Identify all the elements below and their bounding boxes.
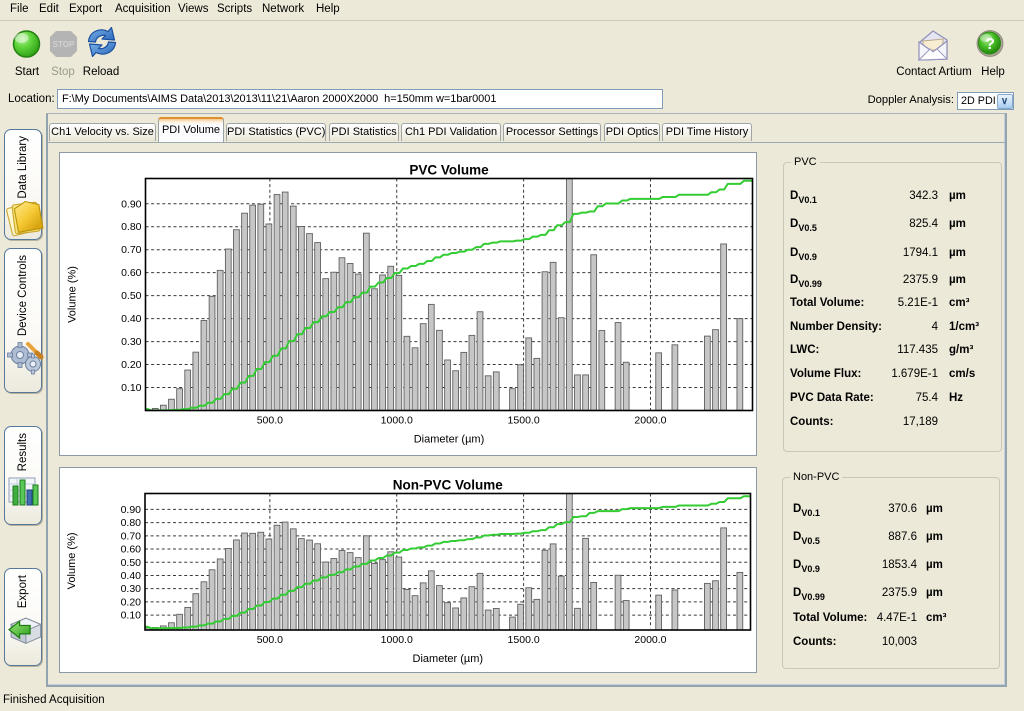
- svg-text:0.80: 0.80: [121, 221, 142, 233]
- svg-text:0.60: 0.60: [121, 267, 142, 279]
- svg-text:0.40: 0.40: [121, 570, 142, 582]
- svg-text:0.30: 0.30: [121, 583, 142, 595]
- svg-text:0.70: 0.70: [121, 530, 142, 542]
- svg-text:Diameter (µm): Diameter (µm): [413, 653, 484, 665]
- svg-text:PVC Volume: PVC Volume: [409, 163, 489, 178]
- svg-text:0.60: 0.60: [121, 544, 142, 556]
- svg-text:0.90: 0.90: [121, 504, 142, 516]
- svg-text:0.50: 0.50: [121, 290, 142, 302]
- svg-text:STOP: STOP: [53, 40, 75, 49]
- svg-text:0.40: 0.40: [121, 313, 142, 325]
- svg-text:0.30: 0.30: [121, 336, 142, 348]
- svg-text:0.80: 0.80: [121, 517, 142, 529]
- svg-text:500.0: 500.0: [257, 634, 283, 646]
- svg-text:0.70: 0.70: [121, 244, 142, 256]
- svg-text:Volume (%): Volume (%): [66, 532, 78, 589]
- svg-text:0.50: 0.50: [121, 557, 142, 569]
- svg-text:Diameter (µm): Diameter (µm): [414, 434, 485, 446]
- svg-text:0.10: 0.10: [121, 382, 142, 394]
- svg-text:1500.0: 1500.0: [508, 634, 540, 646]
- svg-text:2000.0: 2000.0: [634, 415, 666, 427]
- svg-text:1000.0: 1000.0: [381, 415, 413, 427]
- svg-text:0.90: 0.90: [121, 198, 142, 210]
- svg-text:1000.0: 1000.0: [381, 634, 413, 646]
- svg-text:?: ?: [985, 36, 995, 53]
- svg-text:500.0: 500.0: [257, 415, 283, 427]
- svg-text:Volume (%): Volume (%): [67, 266, 79, 323]
- svg-text:0.20: 0.20: [121, 596, 142, 608]
- svg-text:Non-PVC Volume: Non-PVC Volume: [393, 478, 503, 493]
- svg-text:1500.0: 1500.0: [508, 415, 540, 427]
- svg-text:0.10: 0.10: [121, 610, 142, 622]
- svg-text:2000.0: 2000.0: [634, 634, 666, 646]
- svg-text:0.20: 0.20: [121, 359, 142, 371]
